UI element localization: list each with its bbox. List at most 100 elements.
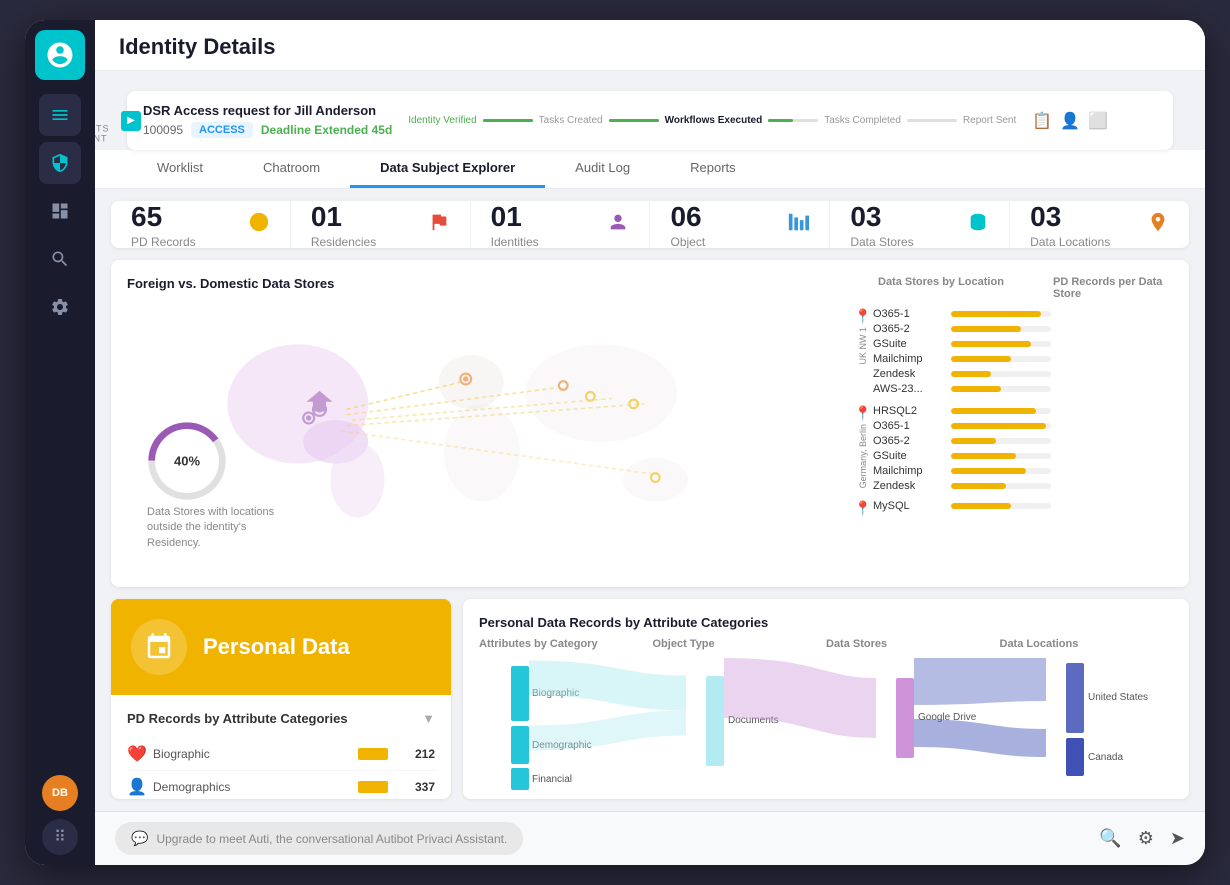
stat-object: 06 Object [650, 201, 830, 248]
data-locations-icon [1147, 211, 1169, 238]
location-pin-mysql: 📍 [854, 500, 871, 517]
pd-biographic-label: Biographic [153, 747, 350, 761]
dsr-expand-icon[interactable]: ⬜ [1088, 111, 1108, 131]
bottom-action-icons: 🔍 ⚙ ➤ [1099, 828, 1185, 849]
stat-identities-number: 01 [491, 201, 539, 233]
sidebar-icon-search[interactable] [39, 238, 81, 280]
dsr-steps: Identity Verified Tasks Created Workflow… [408, 115, 1016, 126]
location-pin-germany: 📍 [854, 405, 871, 422]
person-icon: 👤 [127, 777, 145, 797]
dsr-doc-icon[interactable]: 📋 [1032, 111, 1052, 131]
location-text-uk: UK NW 1 [858, 327, 868, 365]
sidebar: DB ⠿ [25, 20, 95, 865]
stat-identities: 01 Identities [471, 201, 651, 248]
stat-data-stores-number: 03 [850, 201, 913, 233]
location-text-germany: Germany, Berlin [858, 424, 868, 488]
dsr-banner: ▶ DSR Access request for Jill Anderson 1… [127, 91, 1173, 150]
location-group-uk: 📍 UK NW 1 O365-1 O365-2 [853, 308, 1173, 395]
store-row: O365-2 [873, 435, 1173, 447]
stat-pd-records-number: 65 [131, 201, 196, 233]
tab-reports[interactable]: Reports [660, 150, 766, 188]
apps-button[interactable]: ⠿ [42, 819, 78, 855]
residencies-icon [428, 211, 450, 238]
stats-bar: 65 PD Records 01 Residencies [111, 201, 1189, 248]
store-row: O365-1 [873, 420, 1173, 432]
stat-data-locations-number: 03 [1030, 201, 1110, 233]
pd-demographics-count: 337 [400, 780, 435, 794]
store-row: Mailchimp [873, 353, 1173, 365]
donut-percent: 40% [174, 453, 200, 468]
step-bar-3 [768, 119, 818, 122]
personal-data-card: Personal Data PD Records by Attribute Ca… [111, 599, 451, 799]
stat-data-locations-label: Data Locations [1030, 235, 1110, 249]
user-avatar[interactable]: DB [42, 775, 78, 811]
personal-data-icon [131, 619, 187, 675]
map-col-header-2: PD Records per Data Store [1053, 276, 1173, 300]
pd-biographic-count: 212 [400, 747, 435, 761]
pd-biographic-bar [358, 748, 388, 760]
stat-object-number: 06 [670, 201, 705, 233]
sidebar-icon-dashboard[interactable] [39, 190, 81, 232]
tab-audit-log[interactable]: Audit Log [545, 150, 660, 188]
alluvial-card: Personal Data Records by Attribute Categ… [463, 599, 1189, 799]
step-bar-2 [609, 119, 659, 122]
store-row: Zendesk [873, 480, 1173, 492]
sidebar-icon-settings[interactable] [39, 286, 81, 328]
dsr-title: DSR Access request for Jill Anderson [143, 103, 392, 118]
alluvial-col-4: Data Locations [1000, 638, 1174, 650]
location-label-germany: 📍 Germany, Berlin [853, 405, 873, 492]
store-row: O365-2 [873, 323, 1173, 335]
svg-text:Financial: Financial [532, 774, 572, 785]
step-tasks-created: Tasks Created [539, 115, 603, 126]
tab-worklist[interactable]: Worklist [127, 150, 233, 188]
stat-residencies: 01 Residencies [291, 201, 471, 248]
pd-row-demographics: 👤 Demographics 337 [127, 771, 435, 799]
tab-chatroom[interactable]: Chatroom [233, 150, 350, 188]
stat-data-stores: 03 Data Stores [830, 201, 1010, 248]
step-identity-verified: Identity Verified [408, 115, 476, 126]
pd-demographics-bar [358, 781, 388, 793]
stat-pd-records: 65 PD Records [111, 201, 291, 248]
map-right-header: Data Stores by Location PD Records per D… [853, 276, 1173, 300]
navigate-bottom-icon[interactable]: ➤ [1170, 828, 1185, 849]
alluvial-col-3: Data Stores [826, 638, 1000, 650]
bottom-section: Personal Data PD Records by Attribute Ca… [111, 599, 1189, 799]
chat-bubble[interactable]: 💬 Upgrade to meet Auti, the conversation… [115, 822, 523, 855]
chat-bubble-icon: 💬 [131, 830, 148, 847]
store-row: MySQL [873, 500, 1173, 512]
step-bar-1 [483, 119, 533, 122]
identities-icon [607, 211, 629, 238]
sidebar-icon-shield[interactable] [39, 142, 81, 184]
location-stores-mysql: MySQL [873, 500, 1173, 519]
dsr-arrow[interactable]: ▶ [121, 111, 141, 131]
store-row: AWS-23... [873, 383, 1173, 395]
pd-row-biographic: ❤️ Biographic 212 [127, 738, 435, 771]
svg-text:United States: United States [1088, 692, 1148, 703]
alluvial-title: Personal Data Records by Attribute Categ… [479, 615, 1173, 630]
dsr-user-icon[interactable]: 👤 [1060, 111, 1080, 131]
personal-data-title: Personal Data [203, 634, 350, 660]
location-stores-germany: HRSQL2 O365-1 O365-2 [873, 405, 1173, 492]
location-pin-uk: 📍 [854, 308, 871, 325]
stat-residencies-label: Residencies [311, 235, 376, 249]
map-col-header-1: Data Stores by Location [853, 276, 1053, 300]
dsr-action-icons: 📋 👤 ⬜ [1032, 111, 1108, 131]
tab-data-subject-explorer[interactable]: Data Subject Explorer [350, 150, 545, 188]
personal-data-body: PD Records by Attribute Categories ▼ ❤️ … [111, 695, 451, 799]
alluvial-col-2: Object Type [653, 638, 827, 650]
dsr-id: 100095 [143, 123, 183, 137]
step-bar-4 [907, 119, 957, 122]
sidebar-icon-menu[interactable] [39, 94, 81, 136]
store-row: Mailchimp [873, 465, 1173, 477]
location-group-mysql: 📍 MySQL [853, 500, 1173, 519]
pd-dropdown-icon[interactable]: ▼ [422, 711, 435, 726]
alluvial-col-1: Attributes by Category [479, 638, 653, 650]
content-area: 65 PD Records 01 Residencies [95, 189, 1205, 811]
page-title: Identity Details [119, 34, 1181, 60]
step-tasks-completed: Tasks Completed [824, 115, 901, 126]
stat-data-locations: 03 Data Locations [1010, 201, 1189, 248]
filter-bottom-icon[interactable]: ⚙ [1138, 828, 1154, 849]
map-section: Foreign vs. Domestic Data Stores [111, 260, 1189, 587]
map-title: Foreign vs. Domestic Data Stores [127, 276, 837, 291]
search-bottom-icon[interactable]: 🔍 [1099, 828, 1121, 849]
